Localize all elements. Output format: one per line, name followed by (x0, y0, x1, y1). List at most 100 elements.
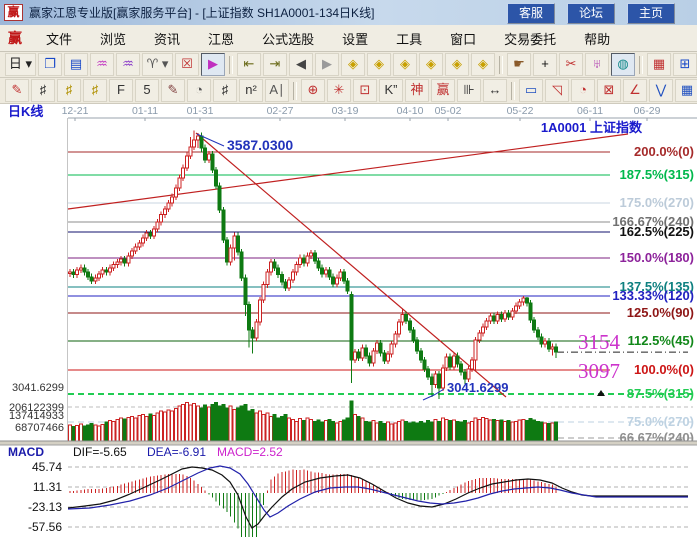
menu-item-6[interactable]: 工具 (382, 25, 436, 52)
menu-item-4[interactable]: 公式选股 (248, 25, 328, 52)
volume-bar (156, 413, 159, 441)
next-bar-button[interactable]: ▶ (315, 53, 339, 76)
titlebar-buttons: 客服 论坛 主页 (507, 3, 675, 24)
wave-3-button[interactable]: ♒ (90, 53, 114, 76)
last-bar-button[interactable]: ⇥ (263, 53, 287, 76)
gann-diamond-4-button[interactable]: ◈ (419, 53, 443, 76)
fence-gold-1-button[interactable]: ♯ (57, 79, 81, 102)
candle-body (83, 268, 86, 272)
pin-tool-button[interactable]: ♈ ▾ (142, 53, 173, 76)
fence-2-button[interactable]: ♯ (213, 79, 237, 102)
target-circle-button[interactable]: ⊕ (301, 79, 325, 102)
candle-body (127, 256, 130, 263)
menu-item-5[interactable]: 设置 (328, 25, 382, 52)
ying-tool-button[interactable]: 赢 (431, 79, 455, 102)
candle-body (178, 178, 181, 188)
ruler-123-button[interactable]: ⊪ (457, 79, 481, 102)
customer-service-button[interactable]: 客服 (507, 3, 555, 24)
candle-body (379, 343, 382, 353)
menu-item-0[interactable]: 文件 (32, 25, 86, 52)
menu-item-1[interactable]: 浏览 (86, 25, 140, 52)
pencil-2-button[interactable]: ✎ (161, 79, 185, 102)
menu-item-7[interactable]: 窗口 (436, 25, 490, 52)
app-window: 赢 赢家江恩专业版[赢家服务平台] - [上证指数 SH1A0001-134日K… (0, 0, 697, 545)
calendar-button[interactable]: ▦ (647, 53, 671, 76)
chart-text: 3097 (578, 359, 620, 383)
prev-bar-button[interactable]: ◀ (289, 53, 313, 76)
menu-item-8[interactable]: 交易委托 (490, 25, 570, 52)
volume-bar (430, 422, 433, 441)
price-chart[interactable]: 12-2101-1101-3102-2703-1904-1005-0205-22… (0, 104, 697, 545)
festival-tool-button[interactable]: ♅ (585, 53, 609, 76)
menu-item-9[interactable]: 帮助 (570, 25, 624, 52)
cycle-tool-button[interactable]: ◍ (611, 53, 635, 76)
info-window-button[interactable]: ❐ (38, 53, 62, 76)
candle-body (269, 262, 272, 272)
coil-5-button[interactable]: 5 (135, 79, 159, 102)
candle-body (507, 313, 510, 317)
volume-bar (291, 420, 294, 441)
square-target-button[interactable]: ⊡ (353, 79, 377, 102)
toolbar-separator (229, 56, 233, 74)
crosshair-tool-button[interactable]: + (533, 53, 557, 76)
candle-body (438, 374, 441, 388)
region-tool-button[interactable]: ☒ (175, 53, 199, 76)
candle-body (500, 315, 503, 319)
volume-bar (514, 421, 517, 441)
candle-body (412, 330, 415, 340)
fib-tool-button[interactable]: F (109, 79, 133, 102)
volume-bar (127, 417, 130, 441)
first-bar-button[interactable]: ⇤ (237, 53, 261, 76)
candle-body (441, 368, 444, 388)
candle-body (525, 298, 528, 303)
title-bar: 赢 赢家江恩专业版[赢家服务平台] - [上证指数 SH1A0001-134日K… (0, 0, 697, 25)
text-tool-button[interactable]: A∣ (265, 79, 289, 102)
gann-diamond-6-button[interactable]: ◈ (471, 53, 495, 76)
width-tool-button[interactable]: ↔ (483, 79, 507, 102)
pencil-red-button[interactable]: ✎ (5, 79, 29, 102)
wave-v-button[interactable]: ⋁ (649, 79, 673, 102)
chart-area[interactable]: 12-2101-1101-3102-2703-1904-1005-0205-22… (0, 104, 697, 545)
volume-bar (94, 425, 97, 441)
gann-diamond-2-button[interactable]: ◈ (367, 53, 391, 76)
gann-diamond-1-button[interactable]: ◈ (341, 53, 365, 76)
angle-tool-button[interactable]: ∠ (623, 79, 647, 102)
chart-view-button[interactable]: ▶ (201, 53, 225, 76)
fan-arc-button[interactable]: ◔ (571, 79, 595, 102)
wave-9-button[interactable]: ♒ (116, 53, 140, 76)
volume-bar (361, 418, 364, 441)
gann-diamond-3-button[interactable]: ◈ (393, 53, 417, 76)
menu-item-3[interactable]: 江恩 (194, 25, 248, 52)
volume-bar (313, 421, 316, 441)
clock-tool-button[interactable]: ◔ (187, 79, 211, 102)
kline-period-button[interactable]: 日 ▾ (5, 53, 36, 76)
candle-body (79, 268, 82, 270)
calculator-button[interactable]: ⊞ (673, 53, 697, 76)
candle-body (503, 313, 506, 319)
fence-gold-2-button[interactable]: ♯ (83, 79, 107, 102)
fan-square-button[interactable]: ⊠ (597, 79, 621, 102)
candle-body (544, 341, 547, 344)
fan-lines-button[interactable]: ◹ (545, 79, 569, 102)
menu-item-2[interactable]: 资讯 (140, 25, 194, 52)
volume-bar (182, 404, 185, 441)
volume-bar (412, 422, 415, 441)
candle-body (266, 272, 269, 285)
shen-tool-button[interactable]: 神 (405, 79, 429, 102)
quote-list-button[interactable]: ▤ (64, 53, 88, 76)
hand-tool-button[interactable]: ☛ (507, 53, 531, 76)
home-button[interactable]: 主页 (627, 3, 675, 24)
measure-tool-button[interactable]: ✂ (559, 53, 583, 76)
candle-body (302, 258, 305, 263)
square-of-nine-button[interactable]: n² (239, 79, 263, 102)
volume-bar (116, 420, 119, 441)
chart-text: 02-27 (267, 105, 294, 117)
candle-body (171, 197, 174, 203)
fence-1-button[interactable]: ♯ (31, 79, 55, 102)
star-target-button[interactable]: ✳ (327, 79, 351, 102)
forum-button[interactable]: 论坛 (567, 3, 615, 24)
grid-tool-button[interactable]: ▦ (675, 79, 697, 102)
kline-mark-button[interactable]: K” (379, 79, 403, 102)
gann-diamond-5-button[interactable]: ◈ (445, 53, 469, 76)
box-tool-button[interactable]: ▭ (519, 79, 543, 102)
